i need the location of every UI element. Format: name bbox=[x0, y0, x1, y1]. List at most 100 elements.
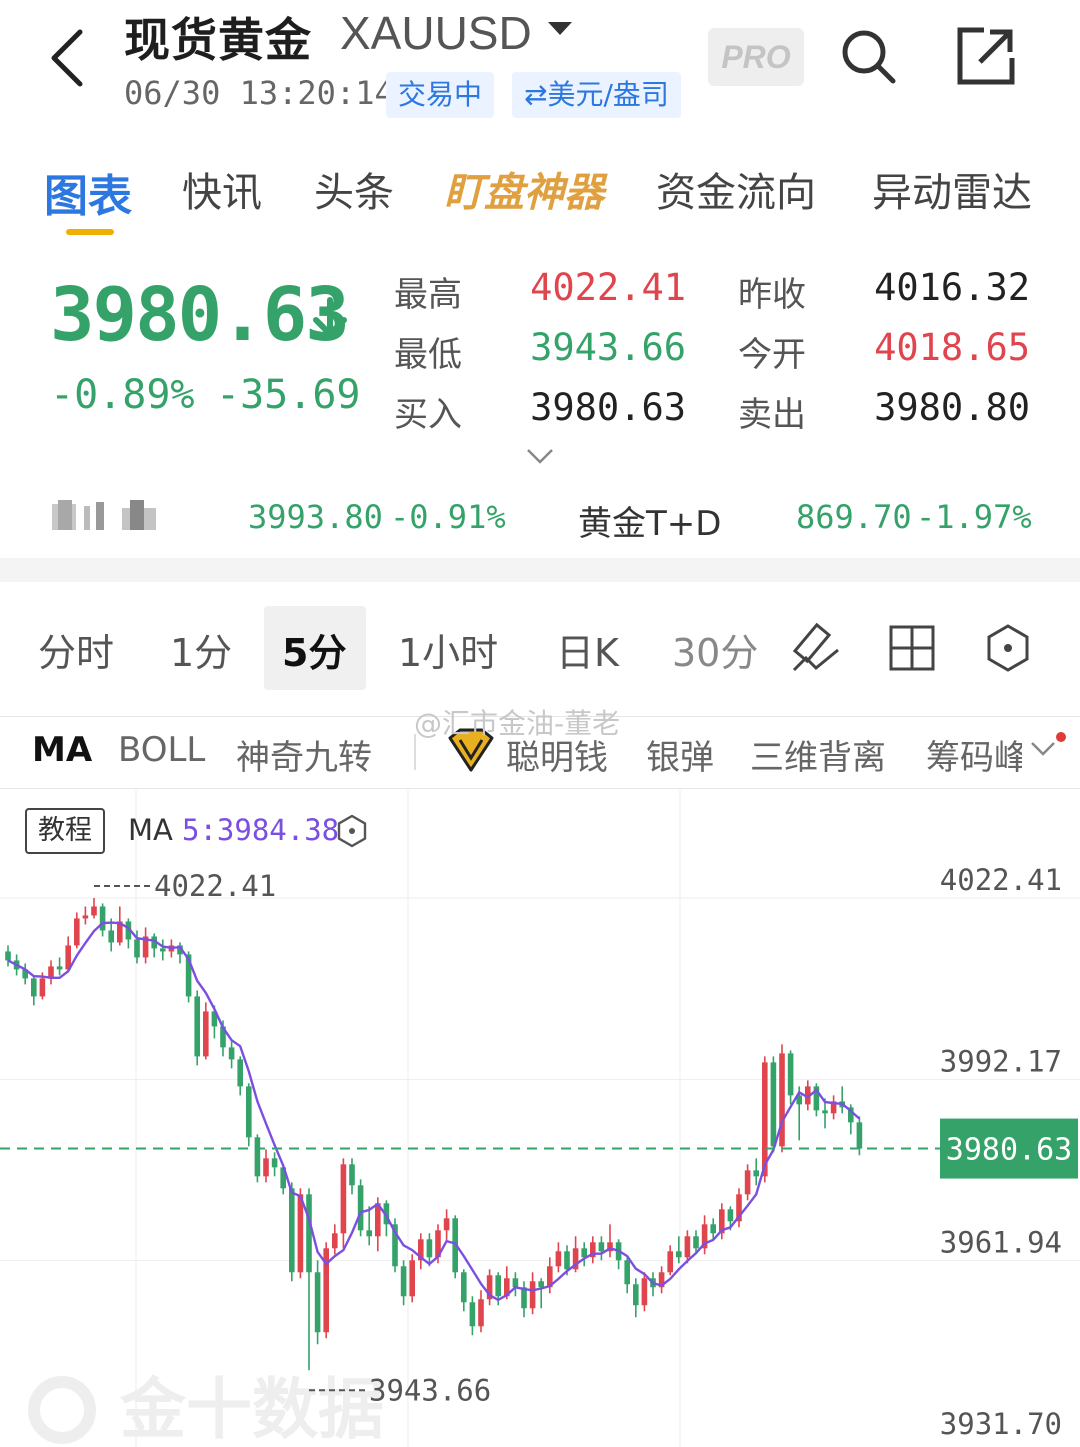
search-icon[interactable] bbox=[838, 26, 898, 86]
candle-body bbox=[194, 996, 200, 1057]
candle-body bbox=[598, 1242, 605, 1252]
indicator-silver-bullet[interactable]: 银弹 bbox=[646, 730, 714, 779]
period-1hour[interactable]: 1小时 bbox=[398, 622, 498, 677]
open-label: 今开 bbox=[738, 335, 806, 375]
candle-body bbox=[564, 1251, 570, 1270]
period-daily[interactable]: 日K bbox=[556, 622, 619, 677]
tab-fund-flow[interactable]: 资金流向 bbox=[656, 160, 816, 218]
candle-body bbox=[787, 1053, 794, 1096]
change-percent: -0.89% bbox=[50, 372, 195, 418]
indicator-chip-peak[interactable]: 筹码峰 bbox=[926, 730, 1022, 779]
candle-body bbox=[676, 1251, 682, 1258]
candle-body bbox=[203, 1011, 209, 1057]
candle-body bbox=[160, 948, 166, 952]
header: 现货黄金 XAUUSD 06/30 13:20:14 交易中 ⇄美元/盎司 PR… bbox=[0, 0, 1080, 130]
candle-body bbox=[856, 1122, 863, 1149]
current-price-tag-label: 3980.63 bbox=[946, 1133, 1072, 1168]
divider bbox=[0, 788, 1080, 789]
period-30min[interactable]: 30分 bbox=[672, 622, 758, 677]
candle-body bbox=[753, 1170, 759, 1177]
period-5min[interactable]: 5分 bbox=[282, 622, 346, 677]
tab-headlines[interactable]: 头条 bbox=[314, 160, 394, 218]
y-tick-label: 3931.70 bbox=[940, 1407, 1062, 1441]
candle-body bbox=[529, 1281, 536, 1309]
draw-tool-icon[interactable] bbox=[790, 622, 842, 674]
candle-body bbox=[306, 1194, 312, 1273]
candle-body bbox=[357, 1185, 364, 1231]
related-price-1: 3993.80 bbox=[248, 498, 383, 536]
candle-body bbox=[684, 1236, 691, 1258]
instrument-title: 现货黄金 bbox=[124, 13, 312, 67]
ask-label: 卖出 bbox=[738, 395, 806, 435]
candle-body bbox=[538, 1281, 544, 1288]
bid-label: 买入 bbox=[394, 395, 462, 435]
candle-body bbox=[314, 1272, 321, 1333]
low-value: 3943.66 bbox=[530, 326, 686, 369]
unit-toggle-badge[interactable]: ⇄美元/盎司 bbox=[512, 72, 681, 118]
candle-body bbox=[39, 978, 46, 997]
candle-body bbox=[641, 1278, 648, 1306]
indicator-boll[interactable]: BOLL bbox=[118, 730, 205, 770]
low-label: 最低 bbox=[394, 335, 462, 375]
tutorial-button[interactable]: 教程 bbox=[25, 808, 105, 854]
indicator-3d-divergence[interactable]: 三维背离 bbox=[750, 730, 886, 779]
y-tick-label: 3961.94 bbox=[940, 1226, 1062, 1260]
last-price: 3980.63 bbox=[50, 272, 350, 358]
high-value: 4022.41 bbox=[530, 266, 686, 309]
period-intraday[interactable]: 分时 bbox=[38, 622, 114, 677]
candle-body bbox=[770, 1062, 777, 1147]
candle-body bbox=[581, 1248, 587, 1258]
candle-body bbox=[478, 1299, 484, 1327]
candle-body bbox=[443, 1218, 450, 1231]
candle-body bbox=[228, 1047, 235, 1060]
active-tab-indicator bbox=[66, 229, 114, 235]
change-amount: -35.69 bbox=[216, 372, 361, 418]
instrument-code[interactable]: XAUUSD bbox=[340, 6, 532, 60]
candle-body bbox=[779, 1053, 785, 1147]
candle-body bbox=[271, 1158, 278, 1168]
chevron-down-icon[interactable] bbox=[524, 444, 556, 468]
indicator-magic-nine[interactable]: 神奇九转 bbox=[236, 730, 372, 779]
blurred-instrument-name bbox=[52, 500, 156, 530]
pro-button[interactable]: PRO bbox=[708, 28, 804, 86]
candle-body bbox=[624, 1260, 630, 1285]
main-tabs: 图表 快讯 头条 盯盘神器 资金流向 异动雷达 bbox=[0, 160, 1080, 240]
low-marker-label: 3943.66 bbox=[369, 1373, 491, 1407]
tab-watch-tool[interactable]: 盯盘神器 bbox=[444, 160, 604, 218]
chevron-down-icon[interactable] bbox=[1030, 740, 1056, 758]
back-arrow-icon[interactable] bbox=[40, 26, 100, 90]
candle-body bbox=[31, 978, 37, 997]
candle-body bbox=[495, 1275, 501, 1297]
period-1min[interactable]: 1分 bbox=[170, 622, 232, 677]
tab-chart[interactable]: 图表 bbox=[44, 160, 132, 224]
y-tick-label: 4022.41 bbox=[940, 863, 1062, 897]
user-watermark: @汇市金油-董老 bbox=[414, 707, 621, 740]
candle-body bbox=[426, 1239, 433, 1258]
settings-hexagon-icon[interactable] bbox=[336, 814, 368, 848]
layout-grid-icon[interactable] bbox=[886, 622, 938, 674]
candle-body bbox=[246, 1086, 252, 1138]
arrow-down-icon bbox=[313, 297, 347, 337]
candle-body bbox=[409, 1260, 415, 1297]
candle-body bbox=[633, 1284, 639, 1306]
high-marker-label: 4022.41 bbox=[154, 869, 276, 903]
candle-body bbox=[461, 1272, 467, 1303]
candle-body bbox=[56, 966, 63, 970]
settings-hexagon-icon[interactable] bbox=[982, 622, 1034, 674]
ma-label: MA bbox=[128, 813, 173, 847]
candle-body bbox=[710, 1224, 716, 1234]
caret-down-icon[interactable] bbox=[548, 22, 572, 35]
share-icon[interactable] bbox=[956, 26, 1016, 86]
candle-body bbox=[134, 939, 140, 958]
candle-body bbox=[512, 1278, 519, 1288]
candlestick-chart[interactable]: 金十数据 4022.41 3992.17 3961.94 3931.70 3980.63 4… bbox=[0, 790, 1080, 1447]
indicator-ma[interactable]: MA bbox=[32, 730, 92, 770]
candle-body bbox=[469, 1302, 476, 1327]
candle-body bbox=[254, 1137, 261, 1177]
trading-status-badge: 交易中 bbox=[386, 72, 495, 118]
related-name-2[interactable]: 黄金T+D bbox=[578, 496, 721, 545]
tab-anomaly-radar[interactable]: 异动雷达 bbox=[872, 160, 1032, 218]
high-label: 最高 bbox=[394, 275, 462, 315]
candle-body bbox=[82, 915, 89, 919]
tab-flash-news[interactable]: 快讯 bbox=[182, 160, 262, 218]
